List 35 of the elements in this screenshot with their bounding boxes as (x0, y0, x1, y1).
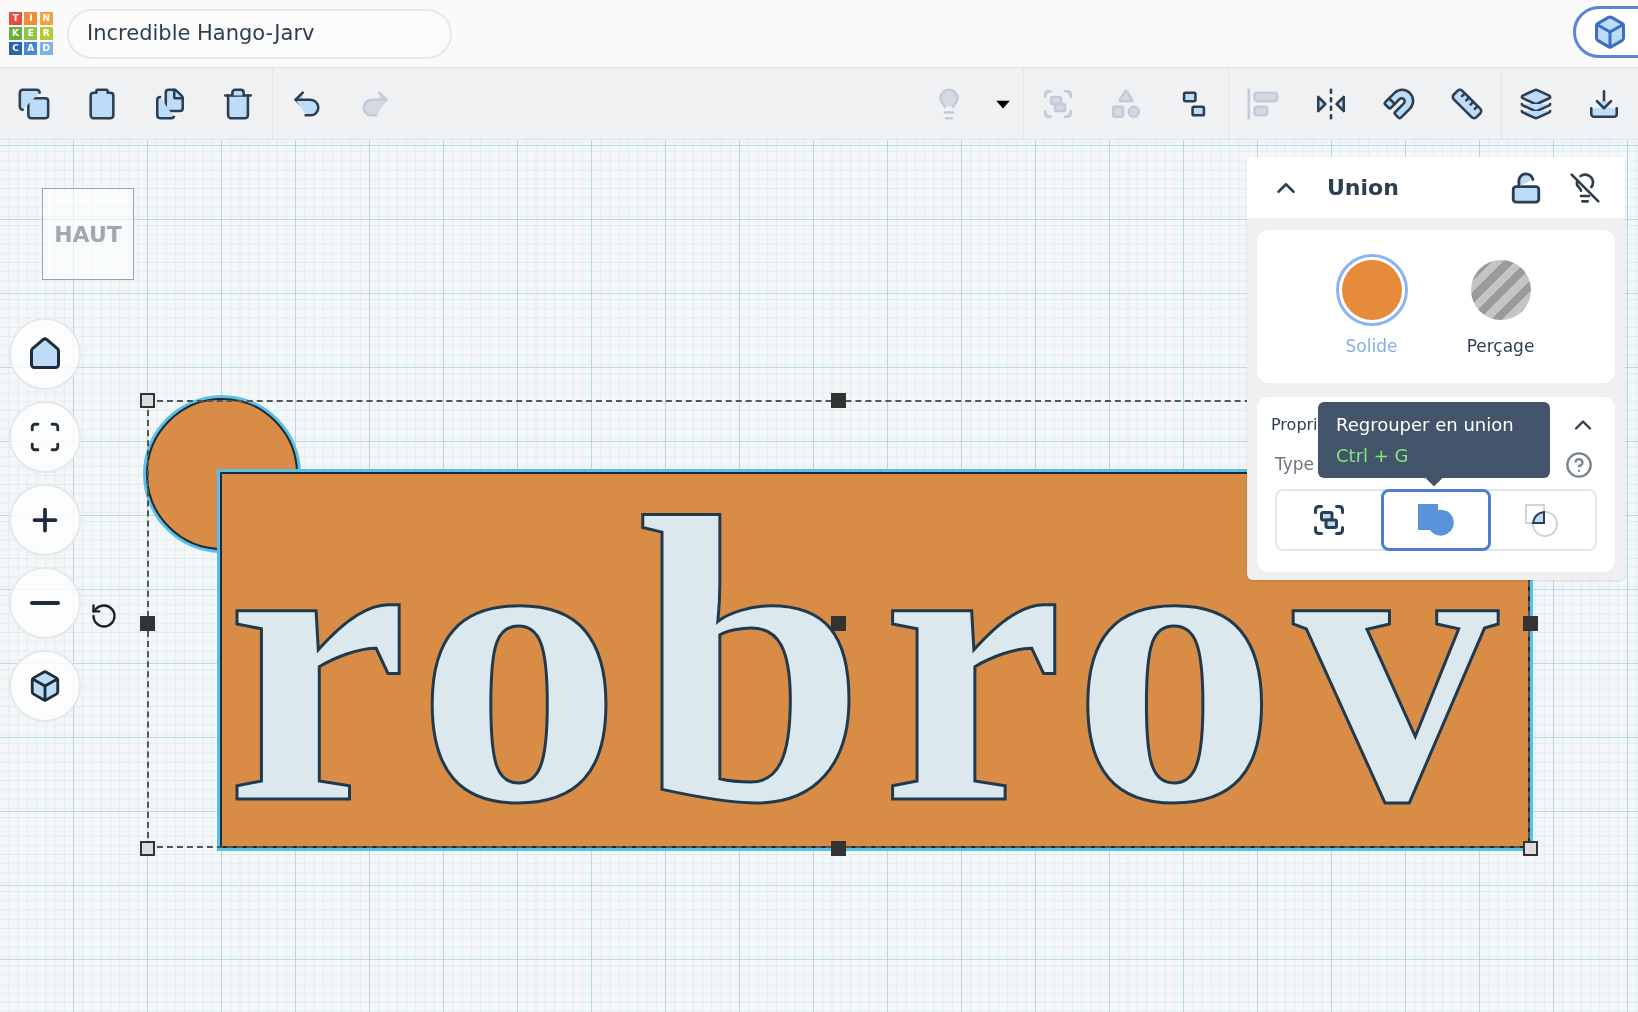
properties-title: Propri (1271, 414, 1318, 436)
design-title-field[interactable]: Incredible Hango-Jarv (67, 8, 452, 59)
resize-handle[interactable] (140, 393, 155, 408)
magnet-icon (1382, 86, 1416, 121)
resize-handle[interactable] (1523, 616, 1538, 631)
ruler-icon (1450, 86, 1484, 121)
trash-icon (221, 86, 255, 121)
duplicate-icon (153, 86, 187, 121)
resize-handle[interactable] (831, 616, 846, 631)
box-shape[interactable] (220, 472, 1530, 848)
copy-icon (17, 86, 51, 121)
unlock-icon[interactable] (1509, 170, 1543, 205)
fit-view-icon (28, 420, 62, 454)
help-icon[interactable] (1565, 451, 1593, 479)
rotate-arrow-icon[interactable] (90, 602, 118, 630)
panel-title: Union (1327, 174, 1400, 202)
shortcut-text: Ctrl + G (1336, 444, 1409, 468)
align-icon (1246, 86, 1280, 121)
perspective-cube-icon (28, 669, 62, 703)
tinkercad-logo[interactable]: T I N K E R C A D (9, 12, 53, 55)
tooltip-text: Regrouper en union (1336, 413, 1515, 437)
resize-handle[interactable] (831, 393, 846, 408)
cube-icon (1592, 14, 1628, 50)
resize-handle[interactable] (831, 841, 846, 856)
resize-handle[interactable] (140, 841, 155, 856)
fill-option[interactable]: Perçage (1464, 253, 1537, 360)
solid-swatch (1341, 259, 1402, 320)
zoom-out-icon (30, 601, 60, 605)
resize-handle[interactable] (140, 616, 155, 631)
mirror-icon (1314, 86, 1348, 121)
workplane-icon (1519, 86, 1553, 121)
resize-handle[interactable] (1523, 841, 1538, 856)
home-icon (27, 336, 63, 372)
lightbulb-off-icon[interactable] (1569, 171, 1601, 204)
group-type-label: Type (1275, 453, 1315, 477)
